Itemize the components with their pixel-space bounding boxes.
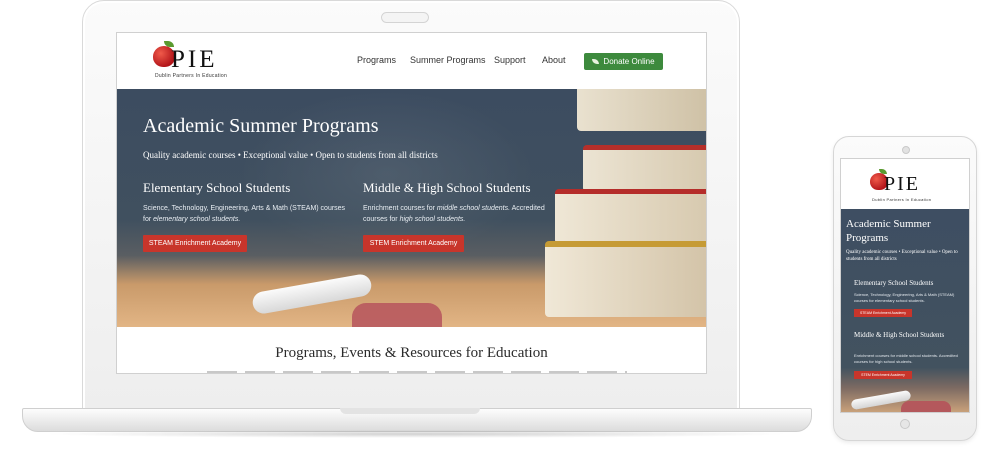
phone-home-button[interactable] (900, 419, 910, 429)
section-heading: Programs, Events & Resources for Educati… (275, 345, 548, 361)
laptop-base-groove (340, 408, 480, 414)
mobile-site-logo[interactable]: PIE Dublin Partners In Education (870, 167, 942, 205)
nav-item-support[interactable]: Support (494, 55, 526, 65)
donate-button[interactable]: Donate Online (584, 53, 663, 70)
mobile-hero-title: Academic Summer Programs (846, 218, 931, 244)
laptop-camera-notch (381, 12, 429, 23)
eraser-image (352, 303, 442, 327)
mobile-middle-high-heading: Middle & High School Students (854, 331, 945, 339)
elementary-description: Science, Technology, Engineering, Arts &… (143, 205, 346, 223)
middle-high-description: Enrichment courses for middle school stu… (363, 205, 545, 223)
hero-banner: Academic Summer Programs Quality academi… (117, 89, 706, 327)
nav-item-summer-programs[interactable]: Summer Programs (410, 55, 486, 65)
mobile-eraser-image (901, 401, 951, 412)
logo-tagline: Dublin Partners In Education (155, 73, 228, 79)
hero-title: Academic Summer Programs (143, 115, 379, 137)
mobile-hero: Academic Summer Programs Quality academi… (841, 209, 969, 412)
mobile-stem-button[interactable]: STEM Enrichment Academy (854, 371, 912, 379)
laptop-shadow (40, 430, 792, 438)
book (545, 241, 706, 317)
cut-off-text-line (207, 371, 627, 373)
book-stack-image (545, 89, 706, 327)
mobile-header: PIE Dublin Partners In Education (841, 159, 969, 209)
mobile-hero-subtitle: Quality academic courses • Exceptional v… (846, 250, 958, 262)
nav-item-programs[interactable]: Programs (357, 55, 396, 65)
book (583, 145, 706, 192)
mobile-elementary-heading: Elementary School Students (854, 279, 934, 287)
steam-academy-button[interactable]: STEAM Enrichment Academy (143, 235, 247, 252)
phone-screen: PIE Dublin Partners In Education Academi… (840, 158, 970, 413)
phone-camera (902, 146, 910, 154)
book (577, 89, 706, 131)
mobile-logo-wordmark: PIE (884, 173, 920, 195)
book (555, 189, 706, 244)
mobile-steam-button[interactable]: STEAM Enrichment Academy (854, 309, 912, 317)
donate-label: Donate Online (603, 57, 655, 66)
middle-high-heading: Middle & High School Students (363, 180, 531, 195)
nav-item-about[interactable]: About (542, 55, 566, 65)
hero-subtitle: Quality academic courses • Exceptional v… (143, 150, 438, 160)
mobile-elementary-description: Science, Technology, Engineering, Arts &… (854, 292, 955, 303)
laptop-screen: PIE Dublin Partners In Education Program… (116, 32, 707, 374)
site-header: PIE Dublin Partners In Education Program… (117, 33, 706, 88)
site-logo[interactable]: PIE Dublin Partners In Education (153, 40, 243, 82)
elementary-heading: Elementary School Students (143, 180, 291, 195)
leaf-icon (592, 59, 600, 64)
logo-wordmark: PIE (171, 46, 218, 73)
mobile-middle-high-description: Enrichment courses for middle school stu… (854, 353, 958, 364)
stem-academy-button[interactable]: STEM Enrichment Academy (363, 235, 464, 252)
mobile-logo-tagline: Dublin Partners In Education (872, 197, 932, 202)
